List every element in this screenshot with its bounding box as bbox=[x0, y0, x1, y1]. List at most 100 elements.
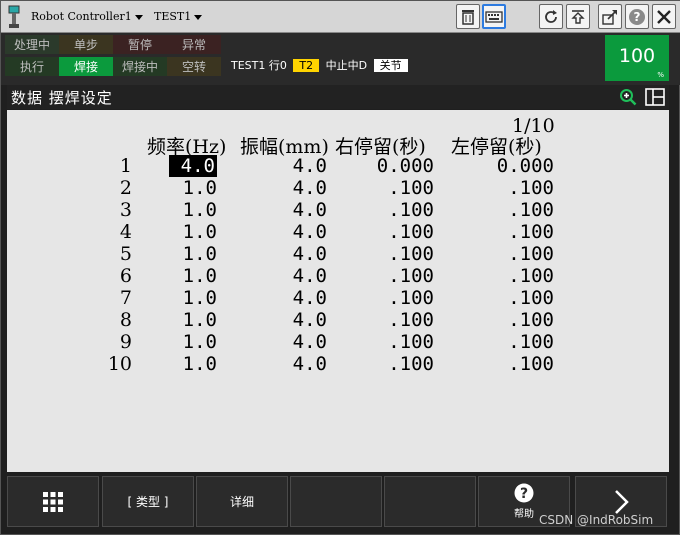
right-dwell-cell[interactable]: .100 bbox=[362, 221, 434, 243]
frequency-cell[interactable]: 1.0 bbox=[167, 199, 217, 221]
amplitude-cell[interactable]: 4.0 bbox=[275, 331, 327, 353]
weave-table: 1/10 频率(Hz) 振幅(mm) 右停留(秒) 左停留(秒) 1 4.0 4.0… bbox=[7, 110, 669, 472]
frequency-cell[interactable]: 1.0 bbox=[167, 177, 217, 199]
status-step: 单步 bbox=[59, 35, 113, 54]
row-index: 4 bbox=[119, 221, 132, 243]
amplitude-cell[interactable]: 4.0 bbox=[275, 177, 327, 199]
left-dwell-cell[interactable]: .100 bbox=[482, 221, 554, 243]
row-index: 8 bbox=[119, 309, 132, 331]
split-view-icon[interactable] bbox=[645, 88, 665, 106]
refresh-icon bbox=[545, 9, 557, 23]
chevron-right-icon bbox=[615, 489, 629, 514]
export-icon bbox=[602, 9, 617, 25]
amplitude-cell[interactable]: 4.0 bbox=[275, 155, 327, 177]
program-status-line: TEST1 行0 T2 中止中D 关节 bbox=[231, 57, 411, 73]
left-dwell-cell[interactable]: .100 bbox=[482, 243, 554, 265]
amplitude-cell[interactable]: 4.0 bbox=[275, 199, 327, 221]
upload-icon bbox=[571, 9, 585, 24]
right-dwell-cell[interactable]: .100 bbox=[362, 243, 434, 265]
page-title: 数据 摆焊设定 bbox=[11, 89, 113, 107]
status-hold: 暂停 bbox=[113, 35, 167, 54]
amplitude-cell[interactable]: 4.0 bbox=[275, 243, 327, 265]
row-index: 3 bbox=[119, 199, 132, 221]
status-state: 中止中D bbox=[325, 59, 368, 72]
status-line: 行0 bbox=[268, 59, 287, 72]
controller-label: Robot Controller1 bbox=[31, 10, 132, 23]
detail-label: 详细 bbox=[229, 495, 254, 509]
keyboard-button[interactable] bbox=[482, 4, 506, 29]
row-index: 1 bbox=[119, 155, 132, 177]
zoom-in-icon[interactable] bbox=[619, 88, 637, 106]
frequency-cell[interactable]: 1.0 bbox=[167, 265, 217, 287]
menu-softkey[interactable] bbox=[7, 476, 99, 527]
upload-button[interactable] bbox=[566, 4, 590, 29]
help-label: 帮助 bbox=[514, 509, 534, 520]
export-button[interactable] bbox=[598, 4, 622, 29]
status-fault: 异常 bbox=[167, 35, 221, 54]
amplitude-cell[interactable]: 4.0 bbox=[275, 265, 327, 287]
frequency-cell[interactable]: 1.0 bbox=[167, 221, 217, 243]
trash-icon bbox=[462, 9, 474, 25]
screen-title-bar: 数据 摆焊设定 bbox=[7, 85, 669, 109]
frequency-cell[interactable]: 1.0 bbox=[167, 287, 217, 309]
empty-softkey-f5[interactable] bbox=[384, 476, 476, 527]
frequency-cell[interactable]: 1.0 bbox=[167, 353, 217, 375]
controller-dropdown[interactable]: Robot Controller1 bbox=[31, 10, 143, 23]
row-index: 5 bbox=[119, 243, 132, 265]
help-toolbar-button[interactable]: ? bbox=[625, 4, 649, 29]
left-dwell-cell[interactable]: .100 bbox=[482, 177, 554, 199]
frequency-cell[interactable]: 1.0 bbox=[167, 309, 217, 331]
right-dwell-cell[interactable]: .100 bbox=[362, 353, 434, 375]
grid-menu-icon bbox=[43, 491, 63, 512]
program-dropdown[interactable]: TEST1 bbox=[154, 10, 203, 23]
coord-badge: 关节 bbox=[373, 59, 408, 72]
help-icon: ? bbox=[514, 483, 534, 503]
amplitude-cell[interactable]: 4.0 bbox=[275, 287, 327, 309]
svg-text:?: ? bbox=[520, 486, 528, 502]
frequency-cell[interactable]: 1.0 bbox=[167, 331, 217, 353]
left-dwell-cell[interactable]: .100 bbox=[482, 309, 554, 331]
status-weld: 焊接 bbox=[59, 57, 113, 76]
keyboard-icon bbox=[485, 10, 503, 23]
close-button[interactable] bbox=[652, 4, 676, 29]
close-icon bbox=[657, 9, 671, 24]
status-run: 执行 bbox=[5, 57, 59, 76]
row-index: 10 bbox=[107, 353, 132, 375]
override-unit: % bbox=[657, 71, 664, 79]
watermark: CSDN @IndRobSim bbox=[539, 513, 654, 527]
robot-icon bbox=[8, 5, 20, 28]
right-dwell-cell[interactable]: .100 bbox=[362, 177, 434, 199]
status-program: TEST1 bbox=[231, 59, 266, 72]
left-dwell-cell[interactable]: .100 bbox=[482, 287, 554, 309]
detail-softkey[interactable]: 详细 bbox=[196, 476, 288, 527]
trash-button[interactable] bbox=[456, 4, 480, 29]
top-toolbar: Robot Controller1 TEST1 ? bbox=[1, 1, 680, 33]
left-dwell-cell[interactable]: 0.000 bbox=[482, 155, 554, 177]
right-dwell-cell[interactable]: .100 bbox=[362, 331, 434, 353]
left-dwell-cell[interactable]: .100 bbox=[482, 331, 554, 353]
amplitude-cell[interactable]: 4.0 bbox=[275, 221, 327, 243]
row-index: 6 bbox=[119, 265, 132, 287]
frequency-cell[interactable]: 4.0 bbox=[169, 155, 217, 177]
left-dwell-cell[interactable]: .100 bbox=[482, 353, 554, 375]
override-value: 100 bbox=[618, 45, 656, 67]
left-dwell-cell[interactable]: .100 bbox=[482, 199, 554, 221]
empty-softkey-f4[interactable] bbox=[290, 476, 382, 527]
right-dwell-cell[interactable]: .100 bbox=[362, 287, 434, 309]
amplitude-cell[interactable]: 4.0 bbox=[275, 353, 327, 375]
status-busy: 处理中 bbox=[5, 35, 59, 54]
teach-pendant-window: Robot Controller1 TEST1 ? 处理中 单步 暂停 异常 执… bbox=[0, 0, 680, 535]
type-softkey[interactable]: [ 类型 ] bbox=[102, 476, 194, 527]
right-dwell-cell[interactable]: .100 bbox=[362, 199, 434, 221]
frequency-cell[interactable]: 1.0 bbox=[167, 243, 217, 265]
row-index: 9 bbox=[119, 331, 132, 353]
row-index: 7 bbox=[119, 287, 132, 309]
left-dwell-cell[interactable]: .100 bbox=[482, 265, 554, 287]
amplitude-cell[interactable]: 4.0 bbox=[275, 309, 327, 331]
right-dwell-cell[interactable]: .100 bbox=[362, 265, 434, 287]
override-speed[interactable]: 100 % bbox=[605, 35, 669, 81]
refresh-button[interactable] bbox=[539, 4, 563, 29]
program-label: TEST1 bbox=[154, 10, 192, 23]
right-dwell-cell[interactable]: .100 bbox=[362, 309, 434, 331]
right-dwell-cell[interactable]: 0.000 bbox=[362, 155, 434, 177]
